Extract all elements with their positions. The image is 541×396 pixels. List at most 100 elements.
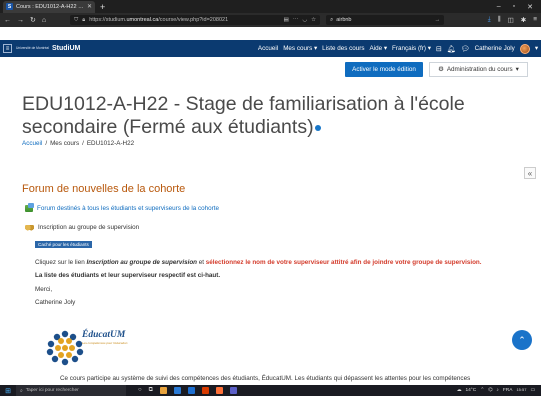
course-admin-label: Administration du cours [446,66,513,73]
maximize-icon[interactable]: ▫ [513,3,515,11]
tray-chevron-icon[interactable]: ⌃ [480,388,484,393]
studium-brand[interactable]: StudiUM [52,45,80,52]
download-icon[interactable]: ⤓ [488,16,491,24]
scroll-up-icon[interactable]: ⌃ [512,330,532,350]
nav-accueil[interactable]: Accueil [258,45,278,52]
browser-search-box[interactable]: ⌕ airbnb → [326,15,445,25]
hamburger-menu-icon[interactable]: ≡ [3,44,12,53]
user-menu-caret-icon[interactable]: ▾ [535,45,538,52]
navbar-links: Accueil Mes cours ▾ Liste des cours Aide… [258,43,541,54]
section-title: Forum de nouvelles de la cohorte [22,183,186,195]
url-text: https://studium.umontreal.ca/course/view… [89,17,229,23]
info-icon[interactable] [314,124,321,131]
nav-language[interactable]: Français (fr) ▾ [392,45,431,52]
library-icon[interactable]: ⫼ [498,16,501,24]
system-tray: ☁ 14°C ⌃ ⌬ ♪ FRA 15:57 ▭ [457,388,541,393]
gear-icon: ⚙ [438,66,444,73]
close-tab-icon[interactable]: ✕ [87,3,92,10]
taskbar-apps: ○ ⧉ [138,387,237,394]
educatum-logo-text: ÉducatUM [82,330,126,340]
drawer-toggle-icon[interactable]: ⊟ [436,45,442,53]
firefox-icon[interactable] [215,387,223,394]
url-tools: ▤ ⋯ ◡ ☆ [284,17,316,23]
forum-activity-label[interactable]: Forum destinés à tous les étudiants et s… [37,205,219,212]
menu-icon[interactable]: ≡ [533,16,537,24]
windows-start-icon[interactable]: ⊞ [0,387,16,395]
search-icon: ⌕ [20,388,23,394]
educatum-tagline: Les compétences pour l'éducation [82,341,128,345]
taskbar-search[interactable]: ⌕ Taper ici pour rechercher [16,385,126,396]
list-info-line: La liste des étudiants et leur supervise… [35,272,221,279]
breadcrumb-course[interactable]: EDU1012-A-H22 [87,140,134,147]
page-title: EDU1012-A-H22 - Stage de familiarisation… [22,93,532,139]
page-actions-icon[interactable]: ⋯ [293,17,299,23]
window-controls: – ▫ ✕ [497,3,541,11]
messages-icon[interactable]: 💬︎ [461,45,470,53]
course-title: EDU1012-A-H22 - Stage de familiarisation… [22,93,465,138]
weather-icon[interactable]: ☁ [457,388,462,393]
new-tab-icon[interactable]: + [100,2,105,12]
group-choice-activity[interactable]: Inscription au groupe de supervision [25,224,139,231]
edit-mode-button[interactable]: Activer le mode édition [345,62,423,77]
breadcrumb-mes-cours[interactable]: Mes cours [50,140,79,147]
hidden-from-students-badge: Caché pour les étudiants [35,241,92,248]
address-bar[interactable]: ⛉ 🔒︎ https://studium.umontreal.ca/course… [70,15,321,25]
nav-liste-des-cours[interactable]: Liste des cours [322,45,364,52]
taskbar-search-placeholder: Taper ici pour rechercher [25,388,79,393]
forum-activity[interactable]: Forum destinés à tous les étudiants et s… [25,203,219,212]
file-explorer-icon[interactable] [159,387,167,394]
volume-icon[interactable]: ♪ [496,388,498,393]
word-icon[interactable] [187,387,195,394]
competencies-paragraph: Ce cours participe au système de suivi d… [60,375,471,382]
university-logo[interactable]: Université de Montréal [16,46,49,51]
nav-mes-cours[interactable]: Mes cours ▾ [283,45,317,52]
windows-taskbar: ⊞ ⌕ Taper ici pour rechercher ○ ⧉ ☁ 14°C… [0,385,541,396]
cortana-icon[interactable]: ○ [138,387,142,394]
nav-aide[interactable]: Aide ▾ [370,45,388,52]
browser-toolbar: ← → ↻ ⌂ ⛉ 🔒︎ https://studium.umontreal.c… [0,13,541,27]
sidebar-icon[interactable]: ◫ [508,16,514,24]
user-name[interactable]: Catherine Joly [475,45,515,52]
user-avatar[interactable] [519,43,530,54]
educatum-emblem-icon [46,330,84,366]
course-admin-button[interactable]: ⚙ Administration du cours ▾ [429,62,528,77]
educatum-logo: ÉducatUM Les compétences pour l'éducatio… [45,328,135,368]
notifications-bell-icon[interactable]: 🔔︎ [447,45,456,53]
extensions-icon[interactable]: ✱ [521,16,526,24]
group-icon [25,224,34,231]
instruction-line: Cliquez sur le lien Inscription au group… [35,259,482,266]
lock-icon: 🔒︎ [82,16,86,23]
weather-temp[interactable]: 14°C [465,388,476,393]
reader-view-icon[interactable]: ▤ [284,17,289,23]
shield-icon: ⛉ [74,16,79,23]
notifications-icon[interactable]: ▭ [530,388,535,393]
mail-icon[interactable] [173,387,181,394]
block-drawer-toggle-icon[interactable]: « [524,167,536,179]
chevron-down-icon: ▾ [515,66,519,73]
pocket-icon[interactable]: ◡ [302,17,307,23]
breadcrumb: Accueil / Mes cours / EDU1012-A-H22 [22,140,135,147]
clock[interactable]: 15:57 [516,388,526,393]
teams-icon[interactable] [229,387,237,394]
network-icon[interactable]: ⌬ [488,388,492,393]
browser-tools: ⤓ ⫼ ◫ ✱ ≡ [488,16,537,24]
reload-icon[interactable]: ↻ [30,16,36,24]
language-indicator[interactable]: FRA [503,388,513,393]
home-icon[interactable]: ⌂ [42,17,46,24]
powerpoint-icon[interactable] [201,387,209,394]
site-navbar: ≡ Université de Montréal StudiUM Accueil… [0,40,541,57]
browser-tab[interactable]: S Cours : EDU1012-A-H22 - Stag ✕ [3,0,95,13]
back-icon[interactable]: ← [4,17,11,24]
group-activity-label[interactable]: Inscription au groupe de supervision [38,224,139,231]
browser-tab-strip: S Cours : EDU1012-A-H22 - Stag ✕ + – ▫ ✕ [0,0,541,13]
forward-icon[interactable]: → [17,17,24,24]
search-go-icon[interactable]: → [435,17,441,23]
task-view-icon[interactable]: ⧉ [149,387,153,394]
minimize-icon[interactable]: – [497,3,501,11]
search-icon: ⌕ [330,16,334,23]
breadcrumb-accueil[interactable]: Accueil [22,140,42,147]
thanks-line: Merci, [35,286,53,293]
close-window-icon[interactable]: ✕ [527,3,533,11]
bookmark-star-icon[interactable]: ☆ [311,17,316,23]
signature-line: Catherine Joly [35,299,76,306]
